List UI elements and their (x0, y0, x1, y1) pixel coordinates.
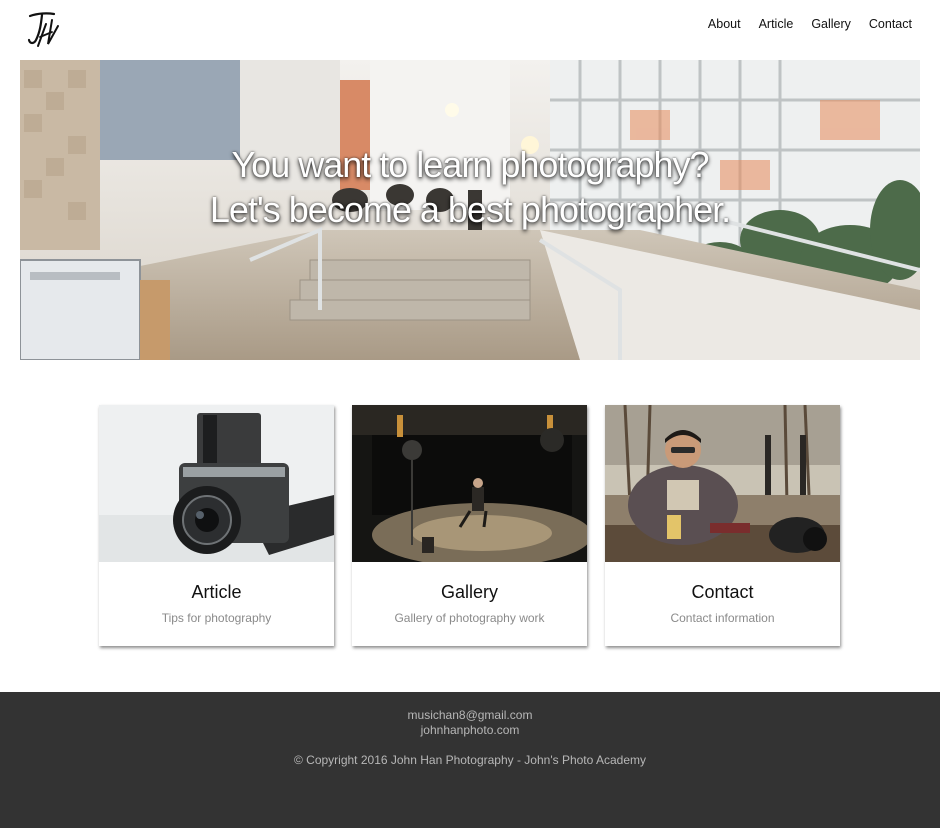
card-contact-image (605, 405, 840, 562)
hero-banner: You want to learn photography? Let's bec… (20, 60, 920, 360)
card-contact-title: Contact (691, 582, 754, 602)
card-gallery[interactable]: Gallery Gallery of photography work (352, 405, 587, 646)
site-footer: musichan8@gmail.com johnhanphoto.com © C… (0, 692, 940, 828)
site-header: About Article Gallery Contact (0, 0, 940, 60)
nav-link-article[interactable]: Article (759, 17, 794, 31)
camera-photo (99, 405, 334, 562)
nav-link-about[interactable]: About (708, 17, 741, 31)
person-photo (605, 405, 840, 562)
nav-link-gallery[interactable]: Gallery (811, 17, 851, 31)
card-contact-subtitle: Contact information (670, 611, 775, 625)
hero-headline: You want to learn photography? Let's bec… (20, 142, 920, 232)
hero-headline-line1: You want to learn photography? (231, 144, 709, 185)
hero-headline-line2: Let's become a best photographer. (209, 189, 731, 230)
studio-photo (352, 405, 587, 562)
card-gallery-subtitle: Gallery of photography work (394, 611, 545, 625)
card-gallery-title: Gallery (440, 582, 498, 602)
card-gallery-image (352, 405, 587, 562)
footer-email[interactable]: musichan8@gmail.com (0, 692, 940, 723)
logo-icon[interactable] (24, 10, 62, 50)
card-article-image (99, 405, 334, 562)
feature-cards: Article Tips for photography Gallery Gal… (99, 405, 840, 646)
footer-copyright: © Copyright 2016 John Han Photography - … (293, 753, 646, 767)
footer-website[interactable]: johnhanphoto.com (0, 723, 940, 738)
nav-link-contact[interactable]: Contact (869, 17, 912, 31)
card-article-title: Article (191, 582, 242, 602)
card-contact[interactable]: Contact Contact information (605, 405, 840, 646)
card-article-subtitle: Tips for photography (161, 611, 272, 625)
main-nav: About Article Gallery Contact (708, 17, 912, 31)
card-article[interactable]: Article Tips for photography (99, 405, 334, 646)
